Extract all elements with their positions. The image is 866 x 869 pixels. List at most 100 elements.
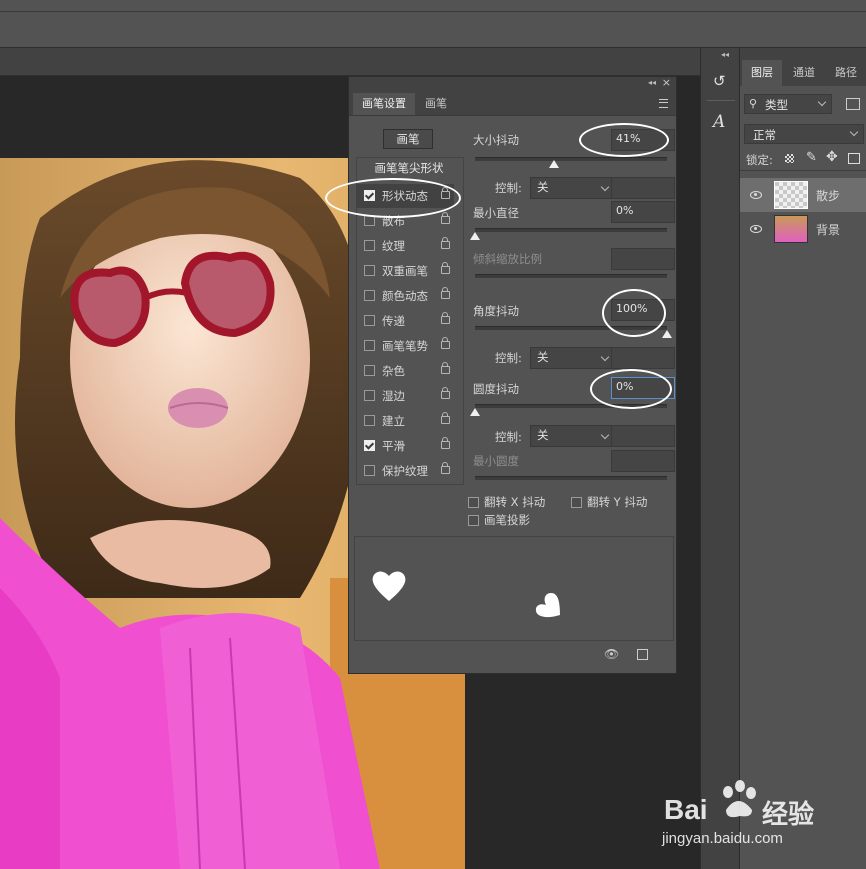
option-label: 颜色动态	[382, 289, 428, 303]
option-checkbox[interactable]	[364, 440, 375, 451]
option-checkbox[interactable]	[364, 315, 375, 326]
character-icon[interactable]: A	[713, 112, 725, 132]
brush-option-item[interactable]: 传递	[356, 309, 454, 333]
option-checkbox[interactable]	[364, 290, 375, 301]
min-diameter-slider[interactable]	[475, 228, 667, 232]
option-checkbox[interactable]	[364, 265, 375, 276]
tab-channels[interactable]: 通道	[784, 60, 824, 86]
toggle-preview-icon[interactable]: 👁	[604, 647, 619, 661]
layer-row-background[interactable]: 背景	[740, 212, 866, 246]
tab-layers[interactable]: 图层	[742, 60, 782, 86]
visibility-eye-icon[interactable]	[750, 191, 762, 199]
panel-titlebar: ◂◂ ×	[349, 76, 676, 91]
lock-icon[interactable]	[441, 462, 450, 474]
blend-mode-value: 正常	[753, 128, 776, 142]
lock-move-icon[interactable]: ✥	[826, 149, 838, 165]
panel-menu-icon[interactable]	[659, 99, 668, 108]
tab-brush-settings[interactable]: 画笔设置	[353, 93, 415, 115]
option-checkbox[interactable]	[364, 240, 375, 251]
brush-presets-button[interactable]: 画笔	[383, 129, 433, 149]
tab-paths[interactable]: 路径	[826, 60, 866, 86]
lock-icon[interactable]	[441, 412, 450, 424]
option-checkbox[interactable]	[364, 340, 375, 351]
angle-control-select[interactable]: 关	[530, 347, 614, 369]
heart-preview-icons	[372, 571, 560, 618]
chevron-down-icon	[817, 97, 827, 107]
brush-option-item[interactable]: 平滑	[356, 434, 454, 458]
roundness-jitter-thumb[interactable]	[470, 408, 480, 416]
control-value: 关	[537, 428, 549, 442]
brush-option-item[interactable]: 画笔笔势	[356, 334, 454, 358]
option-checkbox[interactable]	[364, 390, 375, 401]
option-label: 湿边	[382, 389, 405, 403]
tilt-scale-label: 倾斜缩放比例	[473, 252, 542, 266]
history-icon[interactable]: ↺	[713, 72, 726, 90]
flip-y-checkbox[interactable]	[571, 497, 582, 508]
size-jitter-slider[interactable]	[475, 157, 667, 161]
brush-option-item[interactable]: 湿边	[356, 384, 454, 408]
min-diameter-field[interactable]: 0%	[611, 201, 675, 223]
layer-filter-select[interactable]: ⚲ 类型	[744, 94, 832, 114]
min-diameter-label: 最小直径	[473, 206, 519, 220]
min-roundness-slider	[475, 476, 667, 480]
brush-projection-checkbox[interactable]	[468, 515, 479, 526]
close-icon[interactable]: ×	[662, 76, 671, 89]
annotation-ring-size	[579, 123, 669, 157]
lock-icon[interactable]	[441, 387, 450, 399]
layer-name[interactable]: 散步	[816, 187, 840, 204]
brush-option-item[interactable]: 双重画笔	[356, 259, 454, 283]
lock-icon[interactable]	[441, 212, 450, 224]
lock-icon[interactable]	[441, 262, 450, 274]
collapse-icon[interactable]: ◂◂	[648, 78, 656, 87]
annotation-ring-roundness	[590, 369, 672, 409]
lock-icon[interactable]	[441, 362, 450, 374]
lock-artboard-icon[interactable]	[848, 153, 860, 164]
option-checkbox[interactable]	[364, 415, 375, 426]
new-preset-icon[interactable]	[637, 649, 648, 660]
min-diameter-thumb[interactable]	[470, 232, 480, 240]
brush-option-item[interactable]: 建立	[356, 409, 454, 433]
visibility-eye-icon[interactable]	[750, 225, 762, 233]
layer-name[interactable]: 背景	[816, 221, 840, 238]
layer-row-scatter[interactable]: 散步	[740, 178, 866, 212]
chevron-down-icon	[849, 127, 859, 137]
divider	[707, 100, 735, 101]
brush-option-item[interactable]: 纹理	[356, 234, 454, 258]
watermark-brand-cn: 经验	[762, 800, 815, 830]
brush-option-item[interactable]: 保护纹理	[356, 459, 454, 483]
lock-icon[interactable]	[441, 437, 450, 449]
lock-icon[interactable]	[441, 312, 450, 324]
tab-brushes[interactable]: 画笔	[417, 93, 455, 115]
layer-thumbnail	[774, 181, 808, 209]
option-label: 保护纹理	[382, 464, 428, 478]
control-value: 关	[537, 180, 549, 194]
size-jitter-thumb[interactable]	[548, 160, 559, 168]
blend-mode-select[interactable]: 正常	[744, 124, 864, 144]
options-bar	[0, 12, 866, 48]
angle-jitter-thumb[interactable]	[662, 330, 672, 338]
image-filter-icon[interactable]	[846, 98, 860, 110]
control-value: 关	[537, 350, 549, 364]
control-label: 控制:	[495, 430, 522, 444]
option-checkbox[interactable]	[364, 365, 375, 376]
brush-option-item[interactable]: 杂色	[356, 359, 454, 383]
size-control-select[interactable]: 关	[530, 177, 614, 199]
lock-icon[interactable]	[441, 287, 450, 299]
brush-option-item[interactable]: 颜色动态	[356, 284, 454, 308]
divider	[740, 170, 866, 171]
lock-icon[interactable]	[441, 337, 450, 349]
collapse-icon[interactable]: ◂◂	[721, 50, 729, 59]
layers-tabbar: 图层 通道 路径	[740, 60, 866, 86]
lock-icon[interactable]	[441, 237, 450, 249]
roundness-control-select[interactable]: 关	[530, 425, 614, 447]
flip-x-checkbox[interactable]	[468, 497, 479, 508]
brush-tip-shape-item[interactable]: 画笔笔尖形状	[356, 157, 462, 179]
tilt-scale-slider	[475, 274, 667, 278]
search-icon: ⚲	[749, 97, 758, 110]
option-checkbox[interactable]	[364, 465, 375, 476]
option-label: 杂色	[382, 364, 405, 378]
lock-transparency-icon[interactable]	[785, 154, 794, 163]
chevron-down-icon	[600, 430, 610, 440]
control-label: 控制:	[495, 181, 522, 195]
lock-brush-icon[interactable]: ✎	[806, 150, 817, 165]
